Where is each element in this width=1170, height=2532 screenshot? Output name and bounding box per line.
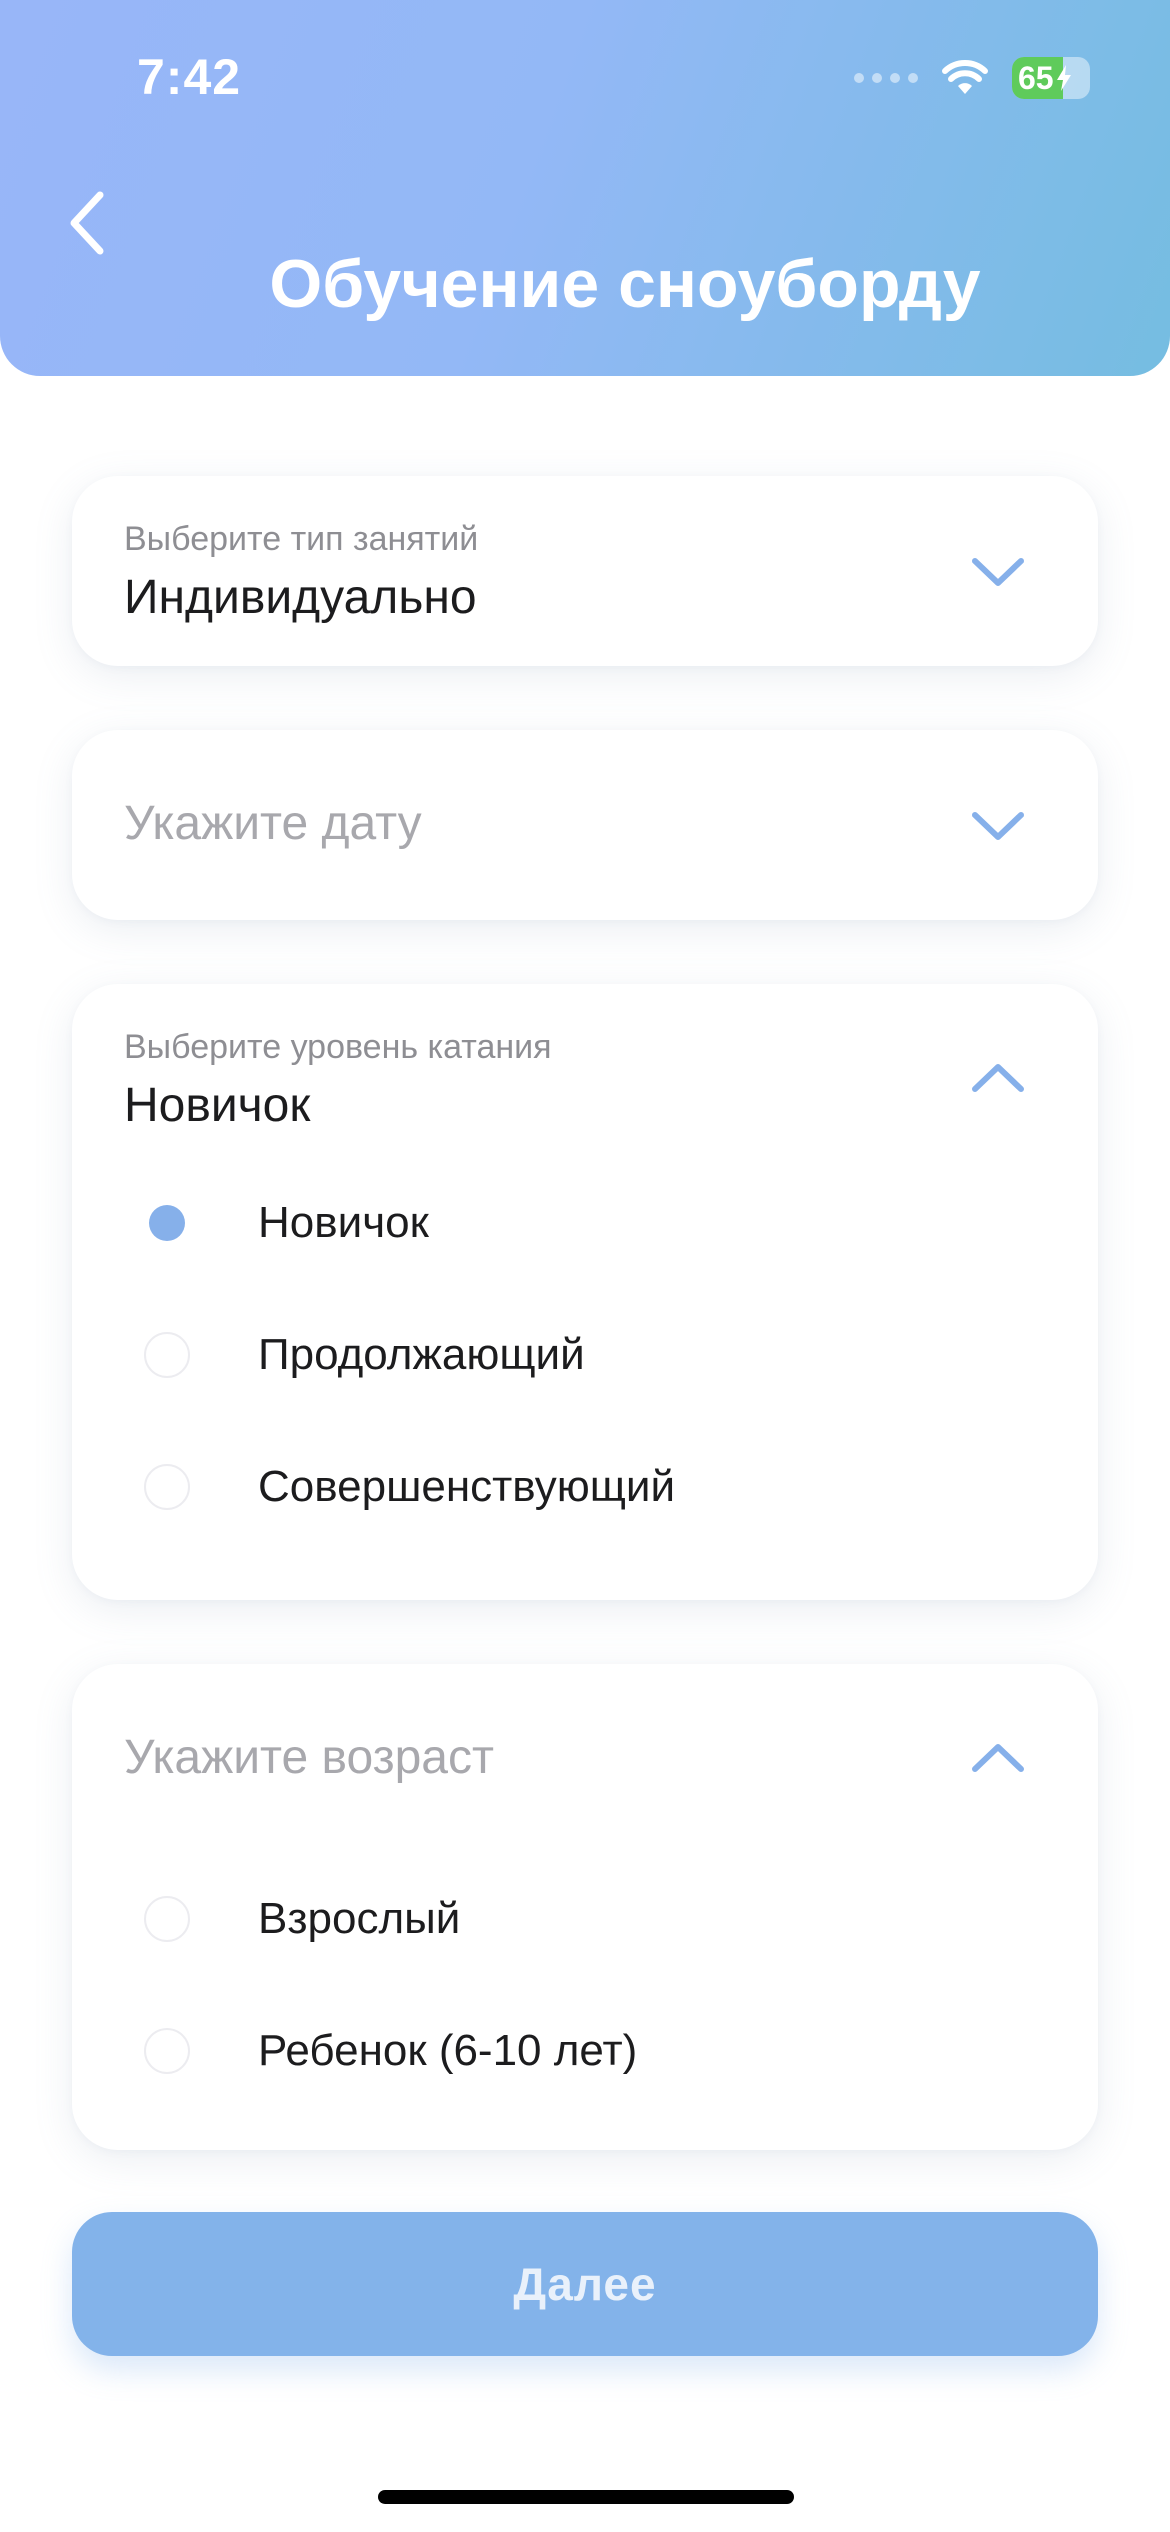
option-label: Взрослый — [258, 1894, 461, 1943]
back-button[interactable] — [56, 188, 116, 258]
next-button[interactable]: Далее — [72, 2212, 1098, 2356]
radio-button[interactable] — [144, 1464, 190, 1510]
battery-level: 65 — [1018, 59, 1054, 96]
radio-button[interactable] — [144, 1200, 190, 1246]
option-label: Совершенствующий — [258, 1462, 676, 1511]
level-option-advanced[interactable]: Совершенствующий — [144, 1452, 675, 1522]
age-option-child[interactable]: Ребенок (6-10 лет) — [144, 2016, 637, 2086]
age-select[interactable]: Укажите возраст Взрослый Ребенок (6-10 л… — [72, 1664, 1098, 2150]
date-select[interactable]: Укажите дату — [72, 730, 1098, 920]
chevron-down-icon[interactable] — [970, 556, 1026, 588]
level-option-beginner[interactable]: Новичок — [144, 1188, 429, 1258]
option-label: Продолжающий — [258, 1330, 585, 1379]
chevron-up-icon[interactable] — [970, 1062, 1026, 1094]
chevron-left-icon — [70, 191, 104, 255]
class-type-label: Выберите тип занятий — [124, 520, 479, 558]
cellular-signal-icon — [854, 73, 918, 83]
battery-icon: 65 — [1012, 57, 1090, 99]
class-type-select[interactable]: Выберите тип занятий Индивидуально — [72, 476, 1098, 666]
charging-bolt-icon — [1056, 65, 1071, 91]
level-select[interactable]: Выберите уровень катания Новичок Новичок… — [72, 984, 1098, 1600]
radio-button[interactable] — [144, 1332, 190, 1378]
date-placeholder: Укажите дату — [124, 797, 422, 850]
radio-button[interactable] — [144, 2028, 190, 2074]
level-label: Выберите уровень катания — [124, 1028, 552, 1066]
chevron-up-icon[interactable] — [970, 1742, 1026, 1774]
level-value: Новичок — [124, 1079, 311, 1132]
radio-button[interactable] — [144, 1896, 190, 1942]
page-title: Обучение сноуборду — [269, 246, 981, 322]
status-time: 7:42 — [137, 49, 242, 105]
home-indicator[interactable] — [378, 2490, 794, 2504]
class-type-value: Индивидуально — [124, 571, 477, 624]
level-option-intermediate[interactable]: Продолжающий — [144, 1320, 585, 1390]
option-label: Ребенок (6-10 лет) — [258, 2026, 638, 2075]
option-label: Новичок — [258, 1198, 429, 1247]
age-placeholder: Укажите возраст — [124, 1731, 494, 1784]
status-icons: 65 — [854, 54, 1090, 102]
header: 7:42 65 Обучение сноуборду — [0, 0, 1170, 376]
age-option-adult[interactable]: Взрослый — [144, 1884, 460, 1954]
chevron-down-icon[interactable] — [970, 810, 1026, 842]
wifi-icon — [942, 60, 988, 94]
